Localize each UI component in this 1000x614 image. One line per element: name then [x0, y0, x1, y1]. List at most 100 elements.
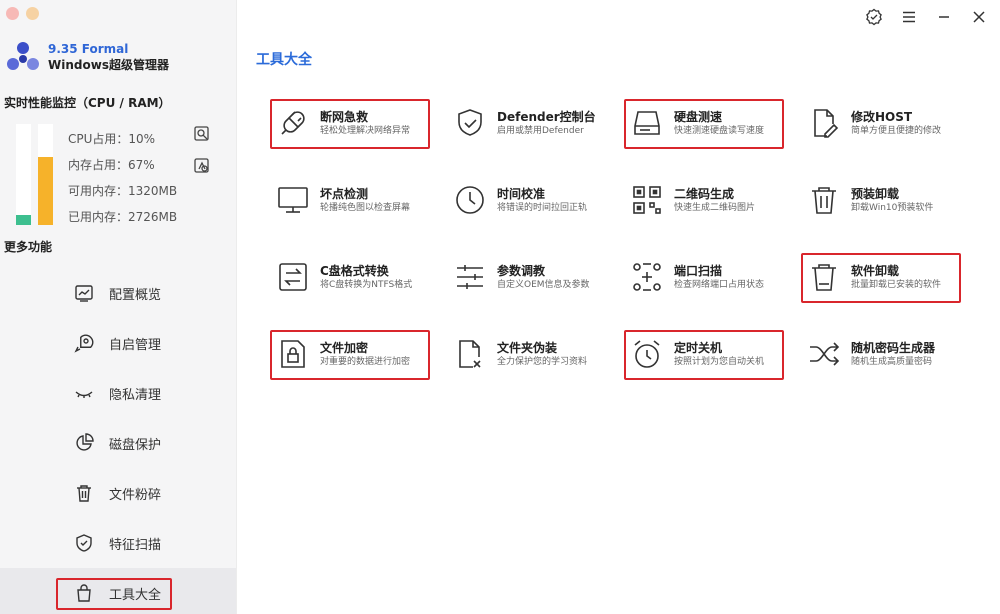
tool-name: 软件卸载	[851, 263, 900, 278]
sidebar-item-label: 配置概览	[109, 287, 162, 303]
tool-name: 文件加密	[320, 340, 369, 355]
menu-icon[interactable]	[900, 8, 918, 26]
monitor-detail-icon[interactable]	[193, 125, 211, 143]
close-dot[interactable]	[6, 7, 19, 20]
mem-used: 已用内存：2726MB	[68, 210, 178, 224]
lock-file-icon	[281, 340, 305, 368]
window-controls	[6, 7, 39, 20]
app-version: 9.35 Formal	[48, 41, 129, 56]
usage-bars	[16, 124, 53, 225]
sidebar-item-disk[interactable]: 磁盘保护	[0, 418, 236, 468]
tool-desc: 按照计划为您自动关机	[674, 356, 765, 367]
tool-desc: 快速测速硬盘读写速度	[674, 125, 765, 136]
title-bar	[865, 8, 988, 26]
monitor-icon	[278, 187, 308, 213]
more-features-title: 更多功能	[4, 240, 53, 254]
tool-desc: 轻松处理解决网络异常	[320, 125, 411, 136]
tool-name: 修改HOST	[851, 109, 913, 124]
tool-preinstall-uninstall[interactable]: 预装卸载 卸载Win10预装软件	[801, 175, 978, 225]
tool-grid: 断网急救 轻松处理解决网络异常 Defender控制台 启用或禁用Defender …	[270, 98, 978, 406]
tool-qrcode[interactable]: 二维码生成 快速生成二维码图片	[624, 175, 801, 225]
pie-icon	[76, 433, 94, 451]
clock-icon	[456, 186, 484, 214]
tool-name: 坏点检测	[320, 186, 369, 201]
sidebar-item-label: 隐私清理	[109, 387, 162, 403]
eye-closed-icon	[75, 391, 93, 398]
tool-random-password[interactable]: 随机密码生成器 随机生成高质量密码	[801, 329, 978, 379]
tool-param-tune[interactable]: 参数调教 自定义OEM信息及参数	[447, 252, 624, 302]
monitor-title: 实时性能监控（CPU / RAM）	[4, 96, 171, 110]
tool-network-rescue[interactable]: 断网急救 轻松处理解决网络异常	[270, 98, 447, 149]
tool-name: 端口扫描	[674, 263, 723, 278]
tool-desc: 自定义OEM信息及参数	[497, 279, 590, 290]
tool-folder-disguise[interactable]: 文件夹伪装 全力保护您的学习资料	[447, 329, 624, 379]
sidebar-item-label: 文件粉碎	[109, 487, 162, 503]
stats: CPU占用：10% 内存占用：67% 可用内存：1320MB 已用内存：2726…	[68, 130, 177, 234]
tool-scheduled-shutdown[interactable]: 定时关机 按照计划为您自动关机	[624, 329, 801, 380]
sidebar: 9.35 Formal Windows超级管理器 实时性能监控（CPU / RA…	[0, 0, 237, 614]
tool-defender[interactable]: Defender控制台 启用或禁用Defender	[447, 98, 624, 148]
tool-name: C盘格式转换	[320, 263, 389, 278]
tool-desc: 对重要的数据进行加密	[320, 356, 411, 367]
sidebar-item-label: 工具大全	[109, 587, 162, 603]
tool-name: 硬盘测速	[674, 109, 723, 124]
close-icon[interactable]	[970, 8, 988, 26]
shield-icon	[76, 534, 92, 552]
app-logo-icon	[7, 42, 39, 70]
mem-usage: 内存占用：67%	[68, 158, 155, 172]
alarm-icon	[634, 340, 660, 368]
tool-desc: 轮播纯色图以检查屏幕	[320, 202, 411, 213]
chart-icon	[75, 285, 93, 302]
hdd-icon	[634, 111, 660, 135]
tool-name: 定时关机	[674, 340, 723, 355]
tool-disk-speed[interactable]: 硬盘测速 快速测速硬盘读写速度	[624, 98, 801, 149]
trash-icon	[77, 485, 91, 502]
sliders-icon	[457, 265, 483, 289]
tool-name: 预装卸载	[851, 186, 900, 201]
convert-icon	[279, 263, 307, 291]
sidebar-item-scan[interactable]: 特征扫描	[0, 518, 236, 568]
minimize-dot[interactable]	[26, 7, 39, 20]
tool-desc: 检查网络端口占用状态	[674, 279, 765, 290]
tool-desc: 将错误的时间拉回正轨	[497, 202, 588, 213]
page-title: 工具大全	[256, 52, 312, 68]
sidebar-item-shredder[interactable]: 文件粉碎	[0, 468, 236, 518]
tool-desc: 简单方便且便捷的修改	[851, 125, 942, 136]
trash-icon	[812, 187, 836, 214]
shuffle-icon	[810, 342, 840, 366]
verified-icon[interactable]	[865, 8, 883, 26]
sidebar-nav: 配置概览 自启管理 隐私清理 磁盘保护 文件粉碎 特征扫描 工具大全	[0, 268, 236, 614]
minimize-icon[interactable]	[935, 8, 953, 26]
sidebar-item-overview[interactable]: 配置概览	[0, 268, 236, 318]
sidebar-item-tools[interactable]: 工具大全	[0, 568, 236, 614]
tool-file-encrypt[interactable]: 文件加密 对重要的数据进行加密	[270, 329, 447, 380]
trash-icon	[812, 264, 836, 291]
cpu-usage: CPU占用：10%	[68, 132, 156, 146]
tool-c-format-convert[interactable]: C盘格式转换 将C盘转换为NTFS格式	[270, 252, 447, 302]
mem-available: 可用内存：1320MB	[68, 184, 178, 198]
tool-desc: 卸载Win10预装软件	[851, 202, 934, 213]
tool-name: 二维码生成	[674, 186, 735, 201]
tool-dead-pixel[interactable]: 坏点检测 轮播纯色图以检查屏幕	[270, 175, 447, 225]
tool-time-sync[interactable]: 时间校准 将错误的时间拉回正轨	[447, 175, 624, 225]
scan-icon	[633, 263, 661, 291]
tool-name: 断网急救	[320, 109, 369, 124]
tool-software-uninstall[interactable]: 软件卸载 批量卸载已安装的软件	[801, 252, 978, 303]
brand: 9.35 Formal Windows超级管理器	[4, 38, 169, 76]
file-edit-icon	[814, 109, 839, 138]
tool-name: 文件夹伪装	[497, 340, 558, 355]
plug-icon	[281, 111, 305, 135]
tool-edit-host[interactable]: 修改HOST 简单方便且便捷的修改	[801, 98, 978, 148]
tool-port-scan[interactable]: 端口扫描 检查网络端口占用状态	[624, 252, 801, 302]
sidebar-item-label: 磁盘保护	[109, 437, 162, 453]
tool-desc: 随机生成高质量密码	[851, 356, 933, 367]
tool-name: Defender控制台	[497, 109, 596, 124]
sidebar-item-privacy[interactable]: 隐私清理	[0, 368, 236, 418]
sidebar-item-startup[interactable]: 自启管理	[0, 318, 236, 368]
optimize-icon[interactable]	[193, 157, 211, 175]
qrcode-icon	[633, 186, 661, 214]
mem-bar	[38, 124, 53, 225]
tool-desc: 快速生成二维码图片	[674, 202, 756, 213]
tool-name: 时间校准	[497, 186, 546, 201]
tool-desc: 全力保护您的学习资料	[497, 356, 588, 367]
